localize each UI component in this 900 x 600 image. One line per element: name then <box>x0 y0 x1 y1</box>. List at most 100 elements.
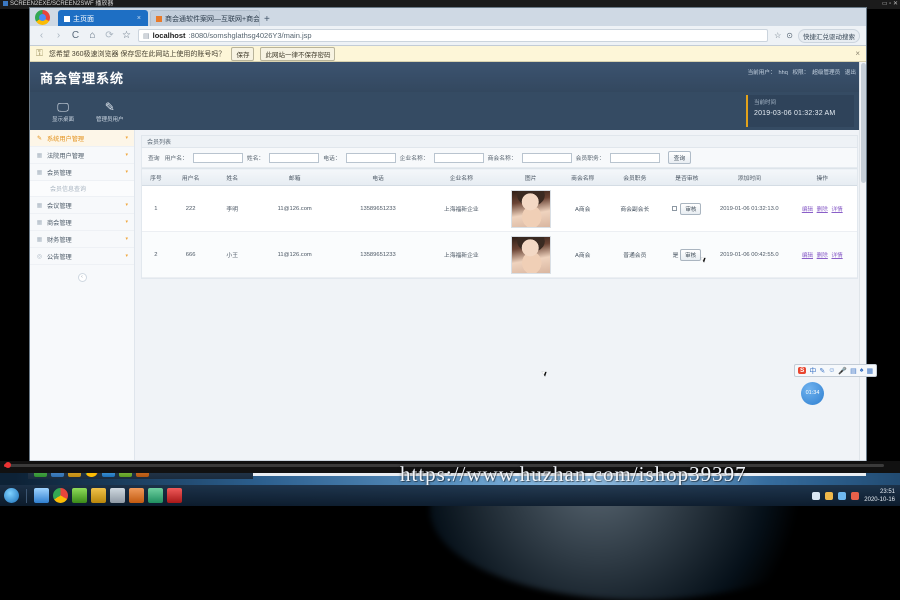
cell-audited: 审核 <box>662 185 712 232</box>
search-input-name[interactable] <box>269 152 320 163</box>
taskbar-chrome-icon[interactable] <box>53 488 68 503</box>
audit-checkbox[interactable] <box>672 206 678 212</box>
browser-tab-2[interactable]: 商会通软件案网—互联网+商会 × <box>150 10 260 26</box>
sidebar-item-member[interactable]: ▦ 会员管理 ▾ <box>30 164 134 181</box>
search-input-position[interactable] <box>609 152 660 163</box>
sidebar-collapse-button[interactable]: ‹ <box>77 273 87 282</box>
taskbar-app-icon-2[interactable] <box>91 488 106 503</box>
taskbar-explorer-icon[interactable] <box>34 488 49 503</box>
taskbar-clock[interactable]: 23:51 2020-10-16 <box>864 488 895 504</box>
emoji-icon[interactable]: ☺ <box>828 367 835 374</box>
col-position: 会员职务 <box>607 168 663 186</box>
player-icon <box>3 1 8 6</box>
sidebar-item-label: 商会管理 <box>47 219 72 227</box>
account-icon[interactable]: ⊙ <box>786 31 793 40</box>
member-photo[interactable] <box>510 235 551 274</box>
sidebar-item-finance[interactable]: ▦ 财务管理 ▾ <box>30 231 134 248</box>
audit-button[interactable]: 审核 <box>680 248 702 261</box>
toolbox-icon[interactable]: ♠ <box>860 367 864 374</box>
pen-icon[interactable]: ✎ <box>819 367 825 375</box>
taskbar-app-icon-3[interactable] <box>110 488 125 503</box>
search-input-company[interactable] <box>433 152 484 163</box>
search-toolbar: 查询 用户名： 姓名： 电话： 企业名称： 商会名称： 会员职务： 查询 <box>142 148 857 168</box>
start-button-icon[interactable] <box>4 488 19 503</box>
forward-icon[interactable]: › <box>53 30 64 41</box>
search-input-username[interactable] <box>192 152 243 163</box>
tray-icon-2[interactable] <box>825 491 834 500</box>
player-window-buttons[interactable]: ▭ ▫ ✕ <box>868 0 900 9</box>
floating-clock-widget[interactable]: 01:34 <box>801 382 824 405</box>
cell-company: 上海福新企业 <box>419 185 503 232</box>
tray-icon-1[interactable] <box>812 491 821 500</box>
ime-toolbar[interactable]: S 中 ✎ ☺ 🎤 ▤ ♠ ▦ <box>794 364 878 377</box>
tray-icon-3[interactable] <box>838 491 847 500</box>
page-scrollbar[interactable] <box>859 62 866 460</box>
back-icon[interactable]: ‹ <box>36 30 47 41</box>
taskbar-app-icon-6[interactable] <box>167 488 182 503</box>
delete-link[interactable]: 删除 <box>817 207 828 213</box>
user-prefix: 当前用户： <box>747 70 776 76</box>
table-header-row: 序号 用户名 姓名 邮箱 电话 企业名称 图片 商会名称 会员职务 是否审核 添… <box>142 168 857 186</box>
member-table: 序号 用户名 姓名 邮箱 电话 企业名称 图片 商会名称 会员职务 是否审核 添… <box>142 168 857 278</box>
address-bar[interactable]: ▤ localhost:8080/somshglathsg4026Y3/main… <box>138 29 769 42</box>
taskbar-app-icon-1[interactable] <box>72 488 87 503</box>
cell-photo[interactable] <box>502 231 559 278</box>
table-row[interactable]: 2 666 小王 11@126.com 13589651233 上海福新企业 A… <box>142 231 857 278</box>
close-icon[interactable]: × <box>855 49 860 58</box>
home-icon[interactable]: ⌂ <box>87 30 98 41</box>
bookmark-star-icon[interactable]: ☆ <box>121 30 132 41</box>
browser-window: 主页面 × 商会通软件案网—互联网+商会 × + ‹ › C ⌂ ⟳ ☆ ▤ l… <box>30 8 866 476</box>
sidebar-item-court-user[interactable]: ▦ 法院用户管理 ▾ <box>30 147 134 164</box>
quick-action-admin-user[interactable]: ✎ 管理员用户 <box>96 100 124 123</box>
new-tab-button[interactable]: + <box>262 14 274 26</box>
taskbar-app-icon-4[interactable] <box>129 488 144 503</box>
quick-action-label: 管理员用户 <box>96 116 124 123</box>
sidebar-item-system-user[interactable]: ✎ 系统用户管理 ▾ <box>30 130 134 147</box>
ime-mode-label[interactable]: 中 <box>809 366 816 376</box>
search-input-chamber[interactable] <box>521 152 572 163</box>
reload-icon[interactable]: C <box>70 30 81 41</box>
detail-link[interactable]: 详情 <box>831 207 842 213</box>
microphone-icon[interactable]: 🎤 <box>838 367 847 375</box>
logout-link[interactable]: 退出 <box>845 70 856 76</box>
favorite-icon[interactable]: ☆ <box>774 31 781 40</box>
sidebar-item-notice[interactable]: ◎ 公告管理 ▾ <box>30 248 134 265</box>
scrollbar-thumb[interactable] <box>861 63 866 183</box>
url-host: localhost <box>152 31 186 40</box>
member-photo[interactable] <box>510 189 551 228</box>
search-shortcut-pill[interactable]: 快捷汇兑驱动搜索 <box>798 28 860 43</box>
keyboard-icon[interactable]: ▤ <box>850 367 857 375</box>
col-email: 邮箱 <box>253 168 337 186</box>
col-name: 姓名 <box>211 168 254 186</box>
search-submit-button[interactable]: 查询 <box>667 151 692 164</box>
search-input-phone[interactable] <box>345 152 396 163</box>
stop-icon[interactable]: ⟳ <box>104 30 115 41</box>
url-path: :8080/somshglathsg4026Y3/main.jsp <box>188 31 312 40</box>
detail-link[interactable]: 详情 <box>831 253 842 259</box>
browser-urlbar: ‹ › C ⌂ ⟳ ☆ ▤ localhost:8080/somshglaths… <box>30 26 866 46</box>
table-row[interactable]: 1 222 李明 11@126.com 13589651233 上海福新企业 A… <box>142 185 857 232</box>
audit-button[interactable]: 审核 <box>680 202 702 215</box>
menu-icon[interactable]: ▦ <box>866 367 873 375</box>
browser-tab-1[interactable]: 主页面 × <box>58 10 148 26</box>
quick-action-show-desktop[interactable]: 🖵 显示桌面 <box>52 100 74 123</box>
cell-photo[interactable] <box>502 185 559 232</box>
save-password-button[interactable]: 保存 <box>231 46 255 61</box>
delete-link[interactable]: 删除 <box>817 253 828 259</box>
edit-link[interactable]: 编辑 <box>802 253 813 259</box>
sidebar-subitem-member-query[interactable]: 会员信息查询 <box>30 181 134 197</box>
tab-close-icon[interactable]: × <box>137 15 141 22</box>
tab-label: 商会通软件案网—互联网+商会 <box>165 15 260 23</box>
edit-link[interactable]: 编辑 <box>802 207 813 213</box>
sidebar-item-meeting[interactable]: ▦ 会议管理 ▾ <box>30 197 134 214</box>
cell-company: 上海福新企业 <box>419 231 503 278</box>
page-info-icon: ▤ <box>143 32 150 40</box>
cell-email: 11@126.com <box>253 231 337 278</box>
player-seek-handle[interactable] <box>5 462 11 468</box>
sidebar-item-chamber[interactable]: ▦ 商会管理 ▾ <box>30 214 134 231</box>
sidebar-item-label: 财务管理 <box>47 236 72 244</box>
never-save-password-button[interactable]: 此网站一律不保存密码 <box>260 46 336 61</box>
tray-icon-4[interactable] <box>851 491 860 500</box>
cell-email: 11@126.com <box>253 185 337 232</box>
taskbar-app-icon-5[interactable] <box>148 488 163 503</box>
